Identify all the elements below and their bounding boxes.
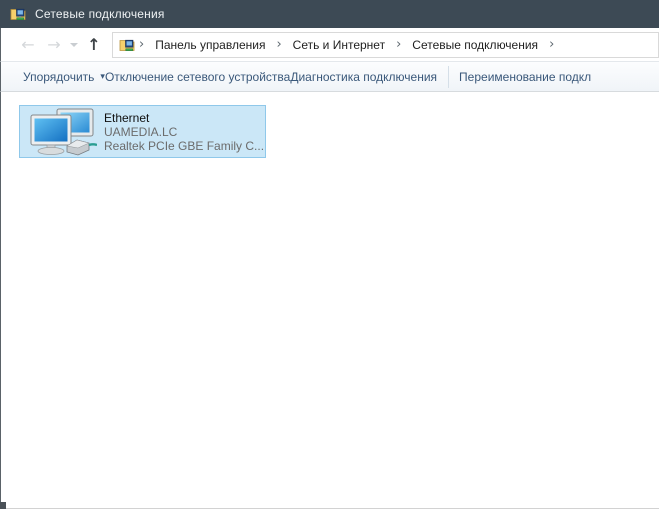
chevron-right-icon[interactable]: › — [272, 37, 285, 52]
ethernet-adapter-icon — [20, 106, 104, 157]
file-list-area[interactable]: Ethernet UAMEDIA.LC Realtek PCIe GBE Fam… — [0, 92, 659, 509]
command-toolbar: Упорядочить ▾ Отключение сетевого устрой… — [0, 61, 659, 92]
connection-text: Ethernet UAMEDIA.LC Realtek PCIe GBE Fam… — [104, 106, 264, 157]
breadcrumb-control-panel[interactable]: Панель управления — [148, 34, 272, 56]
chevron-right-icon[interactable]: › — [392, 37, 405, 52]
disable-device-button[interactable]: Отключение сетевого устройства — [105, 70, 290, 84]
address-bar[interactable]: › Панель управления › Сеть и Интернет › … — [112, 32, 659, 58]
breadcrumb-network-internet[interactable]: Сеть и Интернет — [286, 34, 392, 56]
window-title: Сетевые подключения — [35, 7, 165, 21]
connection-item-ethernet[interactable]: Ethernet UAMEDIA.LC Realtek PCIe GBE Fam… — [19, 105, 266, 158]
organize-label: Упорядочить — [23, 70, 94, 84]
network-connections-window: Сетевые подключения ← → ↑ › Панель управ… — [0, 0, 659, 509]
connection-network: UAMEDIA.LC — [104, 125, 264, 139]
organize-button[interactable]: Упорядочить ▾ — [23, 70, 105, 84]
chevron-right-icon: › — [135, 37, 148, 52]
network-connections-folder-icon — [10, 6, 26, 22]
navigation-bar: ← → ↑ › Панель управления › Сеть и Интер… — [0, 28, 659, 61]
titlebar[interactable]: Сетевые подключения — [0, 0, 659, 28]
toolbar-separator — [448, 66, 449, 88]
rename-connection-button[interactable]: Переименование подкл — [459, 70, 591, 84]
window-corner-notch — [0, 502, 6, 509]
forward-button[interactable]: → — [41, 33, 67, 57]
breadcrumb-network-connections[interactable]: Сетевые подключения — [405, 34, 545, 56]
address-location-icon — [119, 37, 135, 53]
recent-locations-chevron-icon[interactable] — [67, 33, 81, 57]
up-button[interactable]: ↑ — [81, 33, 107, 57]
connection-name: Ethernet — [104, 111, 264, 125]
chevron-right-icon[interactable]: › — [545, 37, 558, 52]
diagnose-connection-button[interactable]: Диагностика подключения — [290, 70, 437, 84]
back-button[interactable]: ← — [15, 33, 41, 57]
connection-device: Realtek PCIe GBE Family C... — [104, 139, 264, 153]
